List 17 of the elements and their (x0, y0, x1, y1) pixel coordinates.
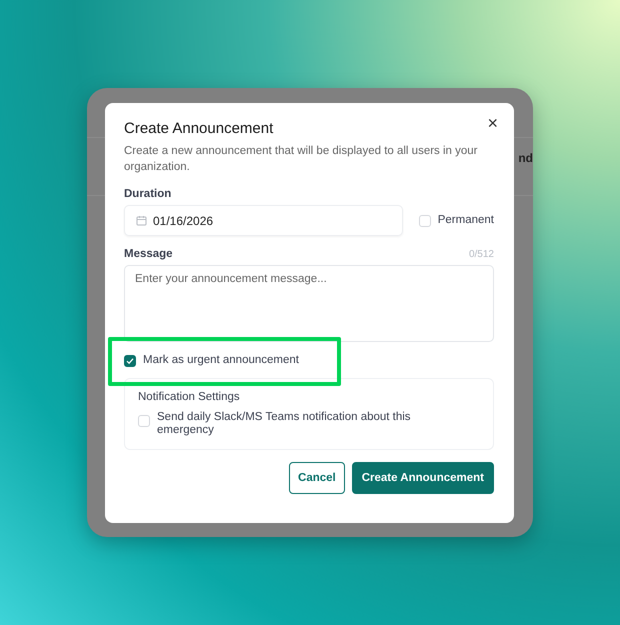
checkbox-label: Permanent (438, 214, 494, 227)
card-title: Notification Settings (138, 391, 241, 403)
checkbox-label: Send daily Slack/MS Teams notification about this emergency (157, 411, 412, 437)
message-field[interactable]: Enter your announcement message... (124, 265, 494, 342)
close-button[interactable]: × (485, 113, 500, 134)
dialog-description: Create a new announcement that will be displayed to all users in your organization. (124, 144, 479, 175)
field-label: Duration (124, 188, 172, 200)
character-counter: 0/512 (468, 248, 494, 260)
checkbox[interactable] (124, 354, 136, 366)
background-text: nd (518, 151, 533, 165)
date-field[interactable]: 01/16/2026 (124, 205, 403, 236)
create-button[interactable]: Create Announcement (352, 462, 494, 494)
cancel-button[interactable]: Cancel (289, 462, 345, 494)
calendar-icon (136, 215, 147, 226)
checkbox-label: Mark as urgent announcement (143, 354, 299, 367)
field-label: Message (124, 248, 173, 260)
dialog-title: Create Announcement (124, 120, 274, 137)
